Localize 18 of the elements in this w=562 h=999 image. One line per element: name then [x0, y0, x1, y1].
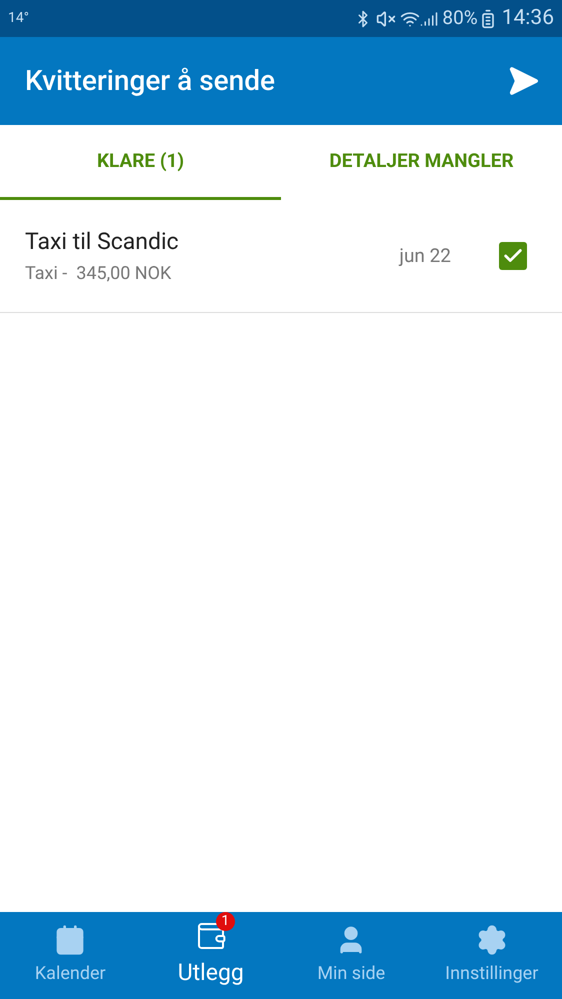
- clock: 14:36: [502, 4, 554, 32]
- mute-icon: [376, 8, 396, 28]
- signal-icon: [420, 10, 438, 28]
- badge: 1: [216, 912, 235, 932]
- receipt-title: Taxi til Scandic: [25, 227, 180, 258]
- nav-item[interactable]: 1 Utlegg: [140, 912, 281, 999]
- nav-item[interactable]: Min side: [281, 912, 422, 999]
- calendar-icon: [54, 924, 86, 956]
- tab[interactable]: KLARE (1): [0, 125, 281, 200]
- screen-title: Kvitteringer å sende: [25, 63, 276, 99]
- nav-item[interactable]: Innstillinger: [422, 912, 562, 999]
- receipt-date: jun 22: [399, 242, 451, 269]
- nav-item[interactable]: Kalender: [0, 912, 140, 999]
- tab[interactable]: DETALJER MANGLER: [281, 125, 562, 200]
- checkbox[interactable]: [499, 242, 527, 270]
- receipt-amount: Taxi - 345,00 NOK: [25, 262, 172, 286]
- battery-percent: 80%: [442, 5, 478, 32]
- temperature: 14°: [8, 9, 29, 28]
